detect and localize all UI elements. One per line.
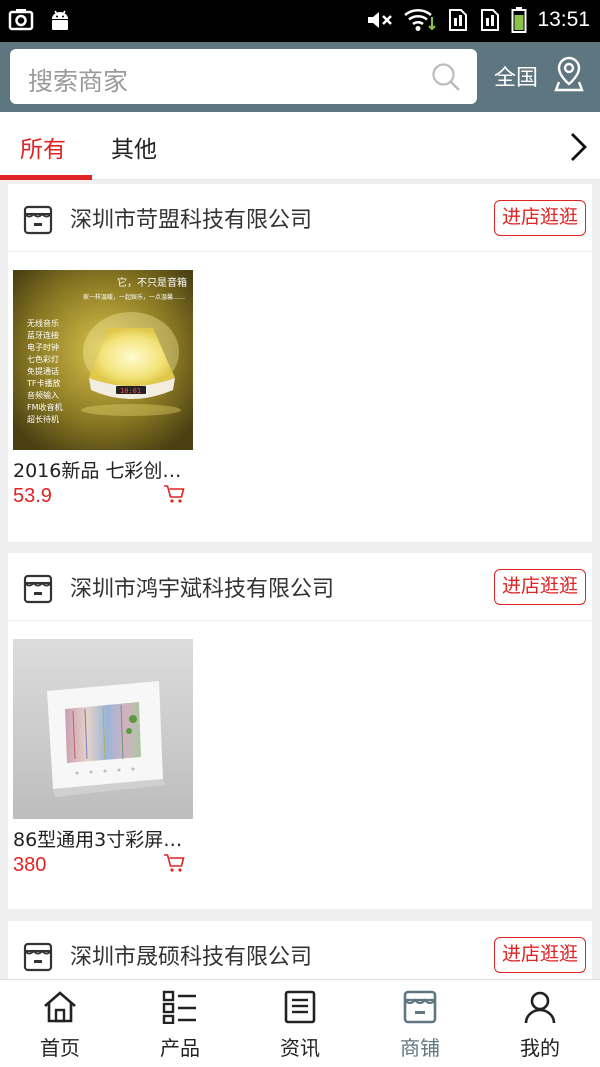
product-image[interactable] bbox=[13, 639, 193, 819]
nav-news[interactable]: 资讯 bbox=[240, 980, 360, 1067]
visit-store-button[interactable]: 进店逛逛 bbox=[493, 569, 586, 605]
tab-other[interactable]: 其他 bbox=[111, 130, 157, 164]
search-placeholder: 搜索商家 bbox=[28, 67, 129, 96]
nav-profile[interactable]: 我的 bbox=[480, 980, 600, 1067]
shop-card: 深圳市晟硕科技有限公司 进店逛逛 bbox=[8, 921, 592, 979]
product-item[interactable]: 86型通用3寸彩屏… 380 bbox=[13, 639, 193, 877]
tab-all[interactable]: 所有 bbox=[20, 130, 66, 164]
product-image-feature: 超长待机 bbox=[27, 414, 59, 424]
nav-label: 我的 bbox=[520, 1036, 560, 1060]
product-image-feature: 电子时钟 bbox=[27, 342, 59, 352]
search-input[interactable]: 搜索商家 bbox=[10, 49, 477, 104]
bottom-nav: 首页 产品 资讯 商铺 我的 bbox=[0, 979, 600, 1067]
nav-label: 商铺 bbox=[400, 1036, 440, 1060]
shop-card-header[interactable]: 深圳市苛盟科技有限公司 进店逛逛 bbox=[8, 184, 592, 252]
cart-icon[interactable] bbox=[163, 484, 185, 504]
sim-1-icon bbox=[449, 9, 468, 31]
category-tabs: 所有 其他 bbox=[0, 112, 600, 180]
product-image[interactable]: 它，不只是音箱 家一样温暖，一起娱乐，一点温馨…… 无线音乐 蓝牙连接 电子时钟… bbox=[13, 270, 193, 450]
shop-name[interactable]: 深圳市鸿宇斌科技有限公司 bbox=[70, 571, 334, 603]
status-time: 13:51 bbox=[537, 8, 590, 31]
shop-card: 深圳市苛盟科技有限公司 进店逛逛 它，不只是音箱 家一样温暖，一起娱乐，一点温馨… bbox=[8, 184, 592, 542]
shop-card: 深圳市鸿宇斌科技有限公司 进店逛逛 86型通用3寸彩屏… 380 bbox=[8, 553, 592, 909]
user-icon bbox=[524, 991, 556, 1024]
shop-icon bbox=[23, 942, 53, 972]
product-image-feature: 无线音乐 bbox=[27, 318, 59, 328]
shop-icon bbox=[403, 990, 437, 1024]
product-item[interactable]: 它，不只是音箱 家一样温暖，一起娱乐，一点温馨…… 无线音乐 蓝牙连接 电子时钟… bbox=[13, 270, 193, 508]
product-image-display: 10:01 bbox=[120, 387, 141, 395]
home-icon bbox=[44, 991, 76, 1023]
news-icon bbox=[284, 990, 316, 1024]
nav-label: 资讯 bbox=[280, 1036, 320, 1060]
product-image-feature: 蓝牙连接 bbox=[27, 330, 59, 340]
header: 搜索商家 全国 bbox=[0, 42, 600, 112]
wifi-icon bbox=[404, 8, 437, 31]
product-image-subline: 家一样温暖，一起娱乐，一点温馨…… bbox=[83, 293, 185, 301]
list-icon bbox=[162, 990, 196, 1024]
status-bar: 13:51 bbox=[0, 0, 600, 42]
product-image-feature: 七色彩灯 bbox=[27, 354, 59, 364]
shop-name[interactable]: 深圳市苛盟科技有限公司 bbox=[70, 202, 312, 234]
battery-icon bbox=[511, 7, 527, 33]
nav-label: 首页 bbox=[40, 1036, 80, 1060]
active-tab-indicator bbox=[0, 175, 92, 180]
product-image-feature: TF卡播放 bbox=[26, 378, 61, 388]
search-icon[interactable] bbox=[431, 62, 461, 92]
chevron-right-icon[interactable] bbox=[568, 131, 588, 163]
shop-card-header[interactable]: 深圳市晟硕科技有限公司 进店逛逛 bbox=[8, 921, 592, 979]
android-icon bbox=[52, 10, 68, 30]
nav-products[interactable]: 产品 bbox=[120, 980, 240, 1067]
shop-card-header[interactable]: 深圳市鸿宇斌科技有限公司 进店逛逛 bbox=[8, 553, 592, 621]
visit-store-button[interactable]: 进店逛逛 bbox=[493, 200, 586, 236]
visit-store-button[interactable]: 进店逛逛 bbox=[493, 937, 586, 973]
sim-2-icon bbox=[481, 9, 500, 31]
product-image-feature: FM收音机 bbox=[27, 402, 63, 412]
product-image-feature: 音频输入 bbox=[27, 390, 59, 400]
cart-icon[interactable] bbox=[163, 853, 185, 873]
mute-icon bbox=[368, 12, 393, 28]
nav-label: 产品 bbox=[160, 1036, 200, 1060]
region-selector[interactable]: 全国 bbox=[494, 60, 538, 92]
screenshot-icon bbox=[8, 9, 34, 31]
product-image-headline: 它，不只是音箱 bbox=[117, 276, 187, 289]
nav-shops[interactable]: 商铺 bbox=[360, 980, 480, 1067]
shop-name[interactable]: 深圳市晟硕科技有限公司 bbox=[70, 939, 312, 971]
product-image-feature: 免提通话 bbox=[27, 366, 59, 376]
location-icon[interactable] bbox=[554, 56, 584, 92]
product-name[interactable]: 86型通用3寸彩屏… bbox=[13, 825, 193, 852]
shop-icon bbox=[23, 205, 53, 235]
product-name[interactable]: 2016新品 七彩创… bbox=[13, 456, 193, 483]
nav-home[interactable]: 首页 bbox=[0, 980, 120, 1067]
shop-icon bbox=[23, 574, 53, 604]
